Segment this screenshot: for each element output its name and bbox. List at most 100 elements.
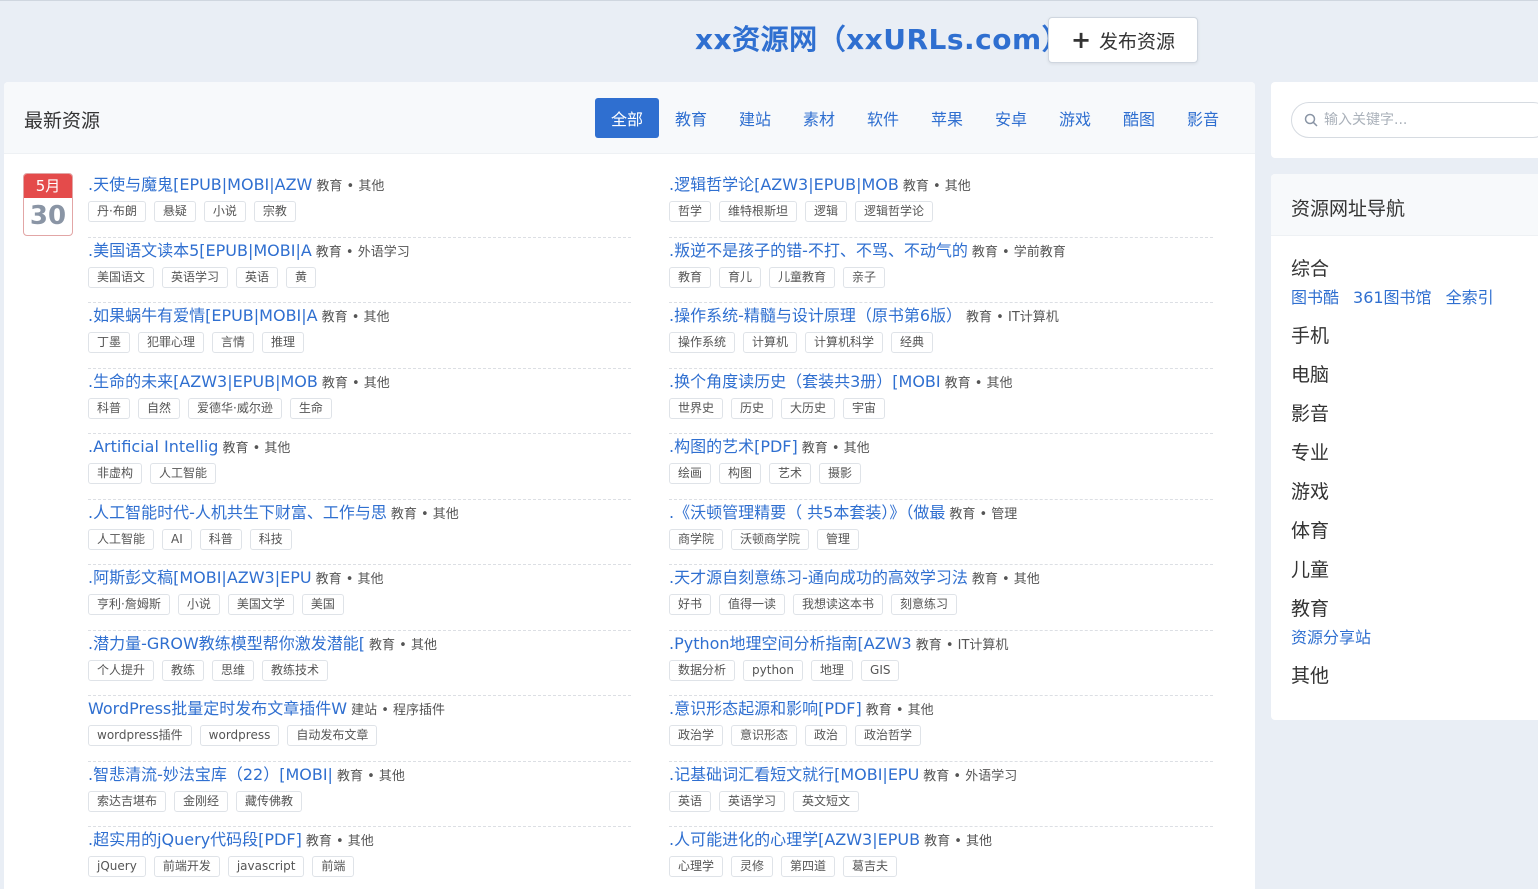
resource-title-link[interactable]: .潜力量-GROW教练模型帮你激发潜能[ bbox=[88, 634, 365, 653]
resource-category[interactable]: 教育 • 其他 bbox=[924, 834, 992, 849]
tag[interactable]: 经典 bbox=[891, 332, 934, 353]
resource-title-link[interactable]: .智悲清流-妙法宝库（22）[MOBI| bbox=[88, 765, 333, 784]
tag[interactable]: 宗教 bbox=[253, 201, 296, 222]
tag[interactable]: 心理学 bbox=[669, 856, 724, 877]
resource-category[interactable]: 教育 • 其他 bbox=[972, 572, 1040, 587]
tag[interactable]: 美国语文 bbox=[88, 266, 155, 288]
resource-category[interactable]: 教育 • 其他 bbox=[306, 834, 374, 849]
tag[interactable]: 育儿 bbox=[719, 266, 762, 288]
tag[interactable]: 教育 bbox=[669, 266, 712, 288]
tag[interactable]: 英语学习 bbox=[162, 266, 229, 288]
tag[interactable]: 摄影 bbox=[819, 463, 862, 484]
resource-category[interactable]: 教育 • IT计算机 bbox=[966, 310, 1059, 325]
resource-title-link[interactable]: .天使与魔鬼[EPUB|MOBI|AZW bbox=[88, 175, 312, 194]
tag[interactable]: javascript bbox=[227, 856, 305, 877]
tag[interactable]: 金刚经 bbox=[174, 790, 229, 812]
tag[interactable]: 灵修 bbox=[731, 856, 774, 877]
tag[interactable]: 计算机 bbox=[743, 332, 798, 353]
resource-category[interactable]: 教育 • IT计算机 bbox=[916, 638, 1009, 653]
resource-category[interactable]: 教育 • 管理 bbox=[949, 507, 1017, 522]
tag[interactable]: 商学院 bbox=[669, 528, 724, 550]
resource-category[interactable]: 教育 • 其他 bbox=[369, 638, 437, 653]
tag[interactable]: 个人提升 bbox=[88, 659, 155, 681]
resource-category[interactable]: 教育 • 其他 bbox=[945, 376, 1013, 391]
site-title[interactable]: xx资源网（xxURLs.com） bbox=[695, 18, 1070, 58]
tag[interactable]: 前端开发 bbox=[153, 856, 220, 877]
tag[interactable]: 我想读这本书 bbox=[793, 594, 884, 615]
tag[interactable]: 第四道 bbox=[781, 856, 836, 877]
tag[interactable]: 英语 bbox=[669, 790, 712, 812]
resource-title-link[interactable]: .生命的未来[AZW3|EPUB|MOB bbox=[88, 372, 318, 391]
tag[interactable]: 自然 bbox=[138, 397, 181, 419]
tag[interactable]: 逻辑 bbox=[805, 201, 848, 222]
tag[interactable]: 教练 bbox=[162, 659, 205, 681]
tag[interactable]: 大历史 bbox=[781, 397, 836, 419]
resource-title-link[interactable]: .如果蜗牛有爱情[EPUB|MOBI|A bbox=[88, 306, 318, 325]
tag[interactable]: 索达吉堪布 bbox=[88, 790, 167, 812]
tab-5[interactable]: 苹果 bbox=[915, 98, 979, 138]
tag[interactable]: 生命 bbox=[289, 397, 332, 419]
resource-category[interactable]: 教育 • 其他 bbox=[903, 179, 971, 194]
tag[interactable]: 计算机科学 bbox=[805, 332, 884, 353]
tag[interactable]: 美国 bbox=[301, 594, 344, 615]
tag[interactable]: GIS bbox=[861, 659, 900, 681]
tab-4[interactable]: 软件 bbox=[851, 98, 915, 138]
tag[interactable]: 小说 bbox=[177, 594, 220, 615]
tag[interactable]: 地理 bbox=[811, 659, 854, 681]
tag[interactable]: 悬疑 bbox=[153, 201, 196, 222]
nav-link[interactable]: 图书酷 bbox=[1291, 284, 1339, 308]
tag[interactable]: 操作系统 bbox=[669, 332, 736, 353]
tag[interactable]: wordpress bbox=[199, 725, 280, 746]
tag[interactable]: 世界史 bbox=[669, 397, 724, 419]
tab-1[interactable]: 教育 bbox=[659, 98, 723, 138]
tag[interactable]: 维特根斯坦 bbox=[719, 201, 798, 222]
tag[interactable]: 藏传佛教 bbox=[236, 790, 303, 812]
tag[interactable]: 爱德华·威尔逊 bbox=[188, 397, 282, 419]
tag[interactable]: 言情 bbox=[212, 332, 255, 353]
tag[interactable]: 政治 bbox=[805, 725, 848, 746]
tag[interactable]: 思维 bbox=[212, 659, 255, 681]
tag[interactable]: 艺术 bbox=[769, 463, 812, 484]
tag[interactable]: 小说 bbox=[203, 201, 246, 222]
resource-category[interactable]: 教育 • 其他 bbox=[222, 441, 290, 456]
resource-category[interactable]: 教育 • 外语学习 bbox=[316, 245, 410, 260]
resource-title-link[interactable]: .记基础词汇看短文就行[MOBI|EPU bbox=[669, 765, 919, 784]
tag[interactable]: 自动发布文章 bbox=[287, 725, 378, 746]
resource-title-link[interactable]: .Artificial Intellig bbox=[88, 437, 218, 456]
tag[interactable]: 值得一读 bbox=[719, 594, 786, 615]
tag[interactable]: 前端 bbox=[312, 856, 355, 877]
tab-7[interactable]: 游戏 bbox=[1043, 98, 1107, 138]
tag[interactable]: 葛吉夫 bbox=[843, 856, 898, 877]
tag[interactable]: 推理 bbox=[262, 332, 305, 353]
tag[interactable]: 沃顿商学院 bbox=[731, 528, 810, 550]
nav-link[interactable]: 全索引 bbox=[1446, 284, 1494, 308]
tag[interactable]: 犯罪心理 bbox=[138, 332, 205, 353]
tag[interactable]: 好书 bbox=[669, 594, 712, 615]
resource-title-link[interactable]: .逻辑哲学论[AZW3|EPUB|MOB bbox=[669, 175, 899, 194]
publish-button[interactable]: + 发布资源 bbox=[1048, 17, 1198, 63]
tab-8[interactable]: 酷图 bbox=[1107, 98, 1171, 138]
tag[interactable]: 亨利·詹姆斯 bbox=[88, 594, 170, 615]
tag[interactable]: 亲子 bbox=[843, 266, 886, 288]
resource-title-link[interactable]: .《沃顿管理精要（ 共5本套装）》（做最 bbox=[669, 503, 945, 522]
tag[interactable]: 人工智能 bbox=[88, 528, 155, 550]
resource-title-link[interactable]: .阿斯彭文稿[MOBI|AZW3|EPU bbox=[88, 568, 312, 587]
resource-category[interactable]: 教育 • 其他 bbox=[322, 310, 390, 325]
tag[interactable]: 教练技术 bbox=[262, 659, 329, 681]
nav-link[interactable]: 资源分享站 bbox=[1291, 624, 1371, 648]
nav-link[interactable]: 361图书馆 bbox=[1353, 284, 1432, 308]
tag[interactable]: 构图 bbox=[719, 463, 762, 484]
tab-0[interactable]: 全部 bbox=[595, 98, 659, 138]
resource-category[interactable]: 教育 • 其他 bbox=[391, 507, 459, 522]
tag[interactable]: 儿童教育 bbox=[769, 266, 836, 288]
resource-title-link[interactable]: WordPress批量定时发布文章插件W bbox=[88, 699, 347, 718]
resource-title-link[interactable]: .天才源自刻意练习-通向成功的高效学习法 bbox=[669, 568, 968, 587]
resource-title-link[interactable]: .超实用的jQuery代码段[PDF] bbox=[88, 830, 302, 849]
tag[interactable]: python bbox=[743, 659, 803, 681]
tab-9[interactable]: 影音 bbox=[1171, 98, 1235, 138]
resource-title-link[interactable]: .换个角度读历史（套装共3册）[MOBI bbox=[669, 372, 941, 391]
resource-category[interactable]: 建站 • 程序插件 bbox=[351, 703, 445, 718]
tag[interactable]: 政治学 bbox=[669, 725, 724, 746]
tag[interactable]: 英文短文 bbox=[793, 790, 860, 812]
tag[interactable]: 意识形态 bbox=[731, 725, 798, 746]
